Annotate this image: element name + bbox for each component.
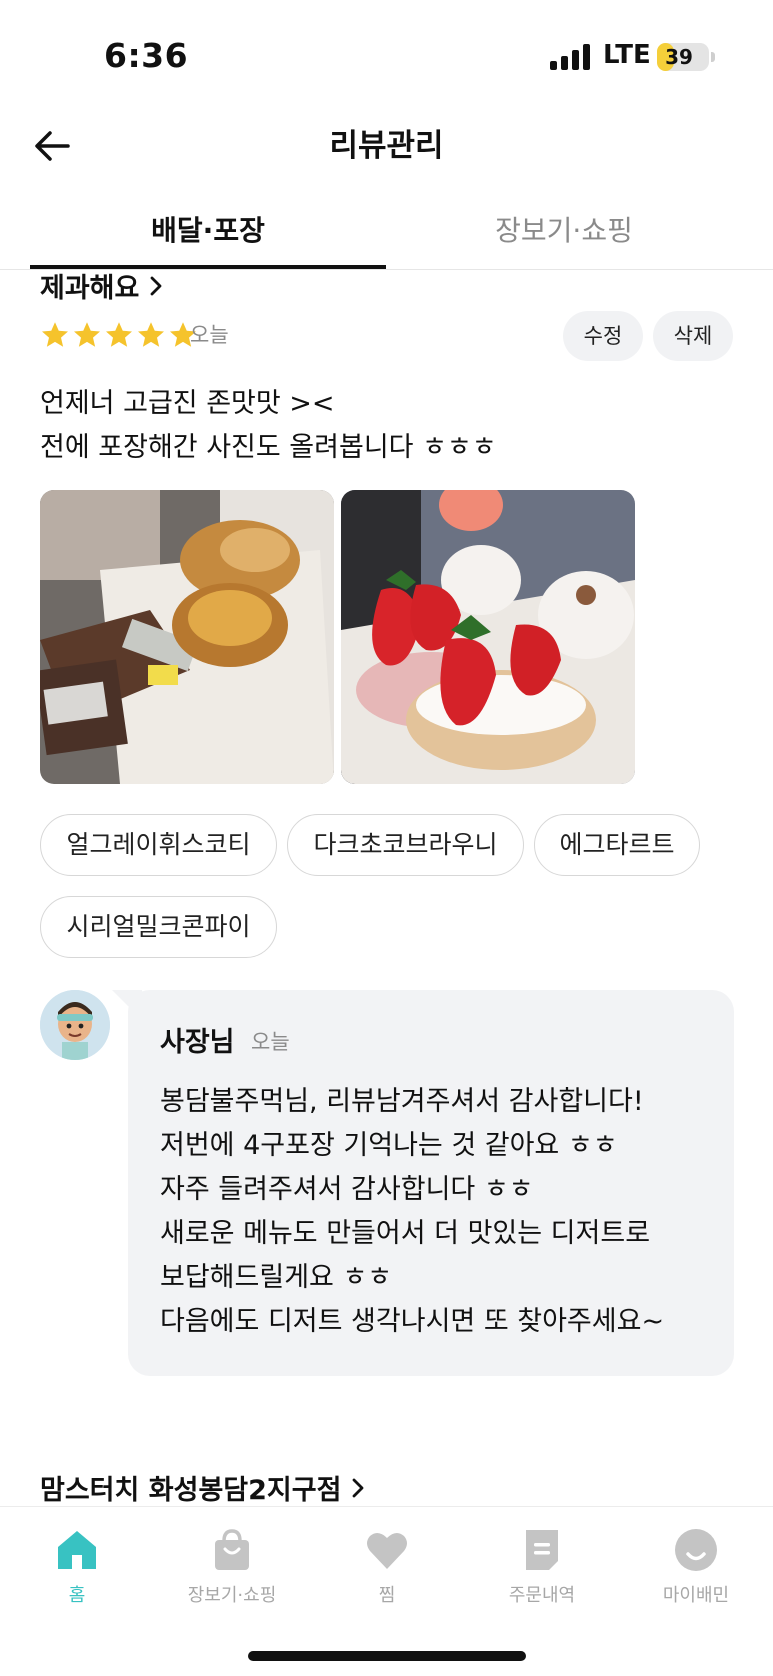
home-icon [58, 1531, 96, 1569]
next-store-name: 맘스터치 화성봉담2지구점 [40, 1475, 342, 1506]
tab-shopping[interactable]: 장보기·쇼핑 [386, 205, 742, 269]
star-icon [74, 322, 100, 347]
menu-tag[interactable]: 다크초코브라우니 [287, 814, 524, 876]
delete-button[interactable]: 삭제 [653, 311, 733, 361]
reply-date: 오늘 [251, 1030, 290, 1054]
store-link[interactable]: 제과해요 [40, 266, 163, 305]
receipt-icon [526, 1530, 558, 1570]
reply-line: 보답해드릴게요 ㅎㅎ [160, 1262, 393, 1293]
star-rating [40, 320, 198, 350]
nav-home[interactable]: 홈 [7, 1527, 147, 1607]
signal-icon [550, 44, 590, 70]
tab-delivery[interactable]: 배달·포장 [30, 205, 386, 269]
owner-avatar-icon [40, 990, 110, 1060]
nav-label: 홈 [68, 1585, 86, 1606]
review-photo-pastry[interactable] [40, 490, 334, 784]
status-bar: 6:36 LTE 39 [0, 0, 773, 110]
network-type: LTE [603, 40, 651, 70]
arrow-left-icon [35, 131, 70, 161]
reply-author: 사장님 [160, 1027, 235, 1058]
star-icon [106, 322, 132, 347]
nav-favorites[interactable]: 찜 [317, 1527, 457, 1607]
pastry-box-photo [40, 490, 334, 784]
battery-percent: 39 [665, 45, 693, 69]
profile-smile-icon [675, 1529, 717, 1571]
store-name: 제과해요 [40, 273, 140, 304]
nav-my-baemin[interactable]: 마이배민 [626, 1527, 766, 1607]
menu-tag[interactable]: 시리얼밀크콘파이 [40, 896, 277, 958]
next-store-link[interactable]: 맘스터치 화성봉담2지구점 [40, 1468, 365, 1507]
reply-line: 자주 들려주셔서 감사합니다 ㅎㅎ [160, 1174, 534, 1205]
star-icon [42, 322, 68, 347]
shopping-bag-icon [215, 1529, 249, 1570]
review-text-line: 전에 포장해간 사진도 올려봅니다 ㅎㅎㅎ [40, 432, 497, 463]
nav-shopping[interactable]: 장보기·쇼핑 [162, 1527, 302, 1607]
reply-line: 새로운 메뉴도 만들어서 더 맛있는 디저트로 [160, 1218, 651, 1249]
nav-label: 마이배민 [662, 1585, 730, 1606]
heart-icon [367, 1532, 407, 1569]
edit-button[interactable]: 수정 [563, 311, 643, 361]
menu-tag[interactable]: 에그타르트 [534, 814, 700, 876]
strawberry-cream-puff-photo [341, 490, 635, 784]
review-text-line: 언제너 고급진 존맛맛 >< [40, 388, 335, 419]
review-photo-strawberry[interactable] [341, 490, 635, 784]
back-button[interactable] [30, 124, 74, 168]
review-text: 언제너 고급진 존맛맛 >< 전에 포장해간 사진도 올려봅니다 ㅎㅎㅎ [40, 382, 497, 470]
battery-nub [711, 52, 715, 62]
owner-avatar [40, 990, 110, 1060]
reply-line: 다음에도 디저트 생각나시면 또 찾아주세요~ [160, 1306, 665, 1337]
nav-orders[interactable]: 주문내역 [472, 1527, 612, 1607]
star-icon [138, 322, 164, 347]
nav-label: 찜 [378, 1585, 396, 1606]
reply-text: 봉담불주먹님, 리뷰남겨주셔서 감사합니다! 저번에 4구포장 기억나는 것 같… [160, 1080, 664, 1344]
home-indicator[interactable] [248, 1651, 526, 1661]
nav-label: 장보기·쇼핑 [187, 1585, 277, 1606]
nav-label: 주문내역 [508, 1585, 576, 1606]
page-title: 리뷰관리 [329, 128, 444, 164]
chevron-right-icon [150, 276, 162, 295]
review-date: 오늘 [190, 323, 229, 347]
status-time: 6:36 [104, 36, 189, 75]
chevron-right-icon [353, 1478, 364, 1497]
reply-line: 봉담불주먹님, 리뷰남겨주셔서 감사합니다! [160, 1086, 644, 1117]
tab-bar: 배달·포장 장보기·쇼핑 [0, 205, 773, 270]
menu-tag[interactable]: 얼그레이휘스코티 [40, 814, 277, 876]
reply-line: 저번에 4구포장 기억나는 것 같아요 ㅎㅎ [160, 1130, 618, 1161]
battery-icon: 39 [657, 43, 709, 71]
